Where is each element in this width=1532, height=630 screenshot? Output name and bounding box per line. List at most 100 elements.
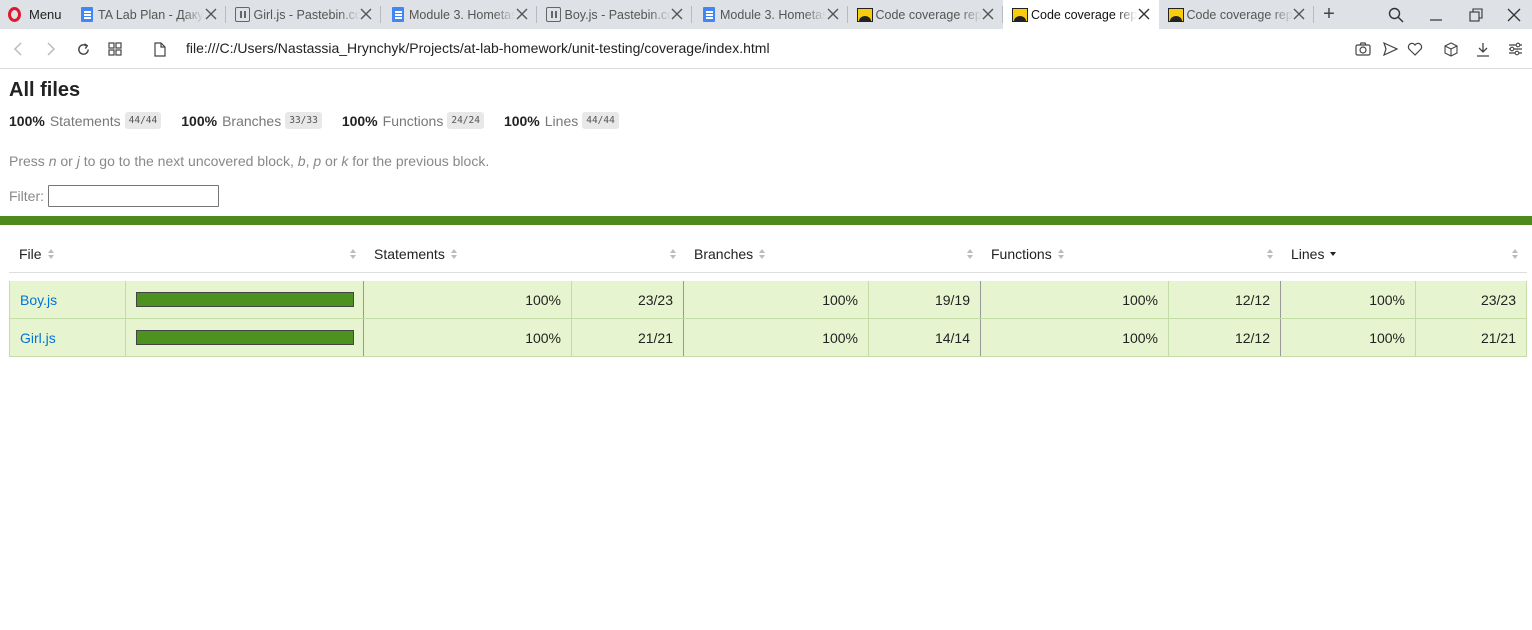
browser-tab[interactable]: TA Lab Plan - Дакум [70, 0, 226, 29]
close-tab-icon[interactable] [359, 7, 373, 21]
summary-fraction: 44/44 [124, 112, 162, 129]
lines-pct-cell: 100% [1281, 319, 1416, 356]
branches-pct-cell: 100% [684, 319, 869, 356]
column-functions[interactable]: Functions [991, 235, 1065, 273]
column-file-bar[interactable] [344, 235, 357, 273]
address-bar: file:///C:/Users/Nastassia_Hrynchyk/Proj… [0, 29, 1532, 69]
statements-pct-cell: 100% [364, 319, 572, 356]
branches-pct-cell: 100% [684, 281, 869, 318]
summary-pct: 100% [181, 112, 218, 129]
summary-branches: 100% Branches 33/33 [181, 112, 322, 129]
close-tab-icon[interactable] [515, 7, 529, 21]
sort-icon [759, 249, 766, 259]
easy-setup-icon[interactable] [1505, 39, 1525, 59]
istanbul-icon [1167, 7, 1184, 23]
opera-menu-button[interactable]: Menu [0, 0, 70, 29]
column-statements-raw[interactable] [664, 235, 677, 273]
search-tabs-icon[interactable] [1376, 0, 1416, 29]
new-tab-button[interactable]: + [1314, 0, 1344, 29]
close-tab-icon[interactable] [670, 7, 684, 21]
forward-icon[interactable] [40, 39, 60, 59]
lines-raw-cell: 21/21 [1480, 329, 1516, 346]
minimize-icon[interactable] [1416, 0, 1456, 29]
column-branches[interactable]: Branches [694, 235, 766, 273]
coverage-summary: 100% Statements 44/44 100% Branches 33/3… [9, 112, 639, 129]
opera-logo-icon [8, 7, 21, 22]
browser-tab[interactable]: Girl.js - Pastebin.com [226, 0, 382, 29]
google-docs-icon [390, 7, 406, 23]
filter-label: Filter: [9, 188, 44, 204]
file-cell: Girl.js [10, 319, 126, 356]
summary-statements: 100% Statements 44/44 [9, 112, 162, 129]
file-link[interactable]: Girl.js [10, 330, 56, 346]
sort-icon [47, 249, 55, 259]
pastebin-icon [546, 7, 562, 23]
statements-raw-cell: 23/23 [572, 281, 684, 318]
browser-tab[interactable]: Boy.js - Pastebin.com [537, 0, 693, 29]
close-tab-icon[interactable] [204, 7, 218, 21]
tab-title: Girl.js - Pastebin.com [253, 7, 360, 22]
url-field[interactable]: file:///C:/Users/Nastassia_Hrynchyk/Proj… [186, 40, 770, 56]
lines-raw-cell: 23/23 [1480, 291, 1516, 308]
column-statements[interactable]: Statements [374, 235, 458, 273]
column-branches-raw[interactable] [961, 235, 974, 273]
send-flow-icon[interactable] [1380, 39, 1400, 59]
pastebin-icon [235, 7, 251, 23]
lines-pct-cell: 100% [1281, 281, 1416, 318]
statements-raw-cell: 21/21 [572, 319, 684, 356]
sort-icon [1057, 249, 1065, 259]
column-lines-raw[interactable] [1506, 235, 1519, 273]
close-tab-icon[interactable] [1137, 7, 1151, 21]
summary-pct: 100% [503, 112, 540, 129]
coverage-bar [136, 330, 354, 345]
heart-bookmark-icon[interactable] [1405, 39, 1425, 59]
back-icon[interactable] [9, 39, 29, 59]
sort-icon [450, 249, 458, 259]
browser-tab-active[interactable]: Code coverage report [1003, 0, 1159, 29]
tab-title: Module 3. Hometask [720, 7, 826, 22]
column-file[interactable]: File [19, 235, 55, 273]
filter-group: Filter: [9, 185, 219, 207]
functions-pct-cell: 100% [981, 281, 1169, 318]
statements-pct-cell: 100% [364, 281, 572, 318]
column-functions-raw[interactable] [1261, 235, 1274, 273]
coverage-bar [136, 292, 354, 307]
close-tab-icon[interactable] [1292, 7, 1306, 21]
summary-pct: 100% [9, 112, 45, 129]
tab-bar: Menu TA Lab Plan - Дакум Girl.js - Paste… [0, 0, 1532, 29]
coverage-table: File Statements Branches Functions Lines… [9, 235, 1527, 357]
coverage-bar-fill [137, 293, 353, 306]
browser-tab[interactable]: Module 3. Hometask [381, 0, 537, 29]
menu-label: Menu [29, 7, 62, 22]
speed-dial-icon[interactable] [105, 39, 125, 59]
close-tab-icon[interactable] [826, 7, 840, 21]
page-file-icon[interactable] [150, 39, 170, 59]
summary-label: Lines [544, 112, 579, 129]
tab-title: Boy.js - Pastebin.com [564, 7, 671, 22]
table-row: Boy.js 100% 23/23 100% 19/19 100% 12/12 … [9, 281, 1527, 319]
status-line [0, 216, 1532, 225]
download-icon[interactable] [1473, 39, 1493, 59]
summary-label: Statements [49, 112, 121, 129]
summary-lines: 100% Lines 44/44 [504, 112, 619, 129]
close-window-icon[interactable] [1494, 0, 1532, 29]
file-link[interactable]: Boy.js [10, 292, 57, 308]
browser-tab[interactable]: Code coverage report [848, 0, 1004, 29]
restore-icon[interactable] [1456, 0, 1496, 29]
functions-raw-cell: 12/12 [1169, 281, 1281, 318]
filter-input[interactable] [48, 185, 219, 207]
reload-icon[interactable] [73, 39, 93, 59]
google-docs-icon [701, 7, 717, 23]
coverage-bar-cell [126, 319, 364, 356]
summary-label: Branches [222, 112, 282, 129]
file-cell: Boy.js [10, 281, 126, 318]
functions-pct-cell: 100% [981, 319, 1169, 356]
tab-title: Code coverage report [875, 7, 982, 22]
snapshot-camera-icon[interactable] [1353, 39, 1373, 59]
extension-cube-icon[interactable] [1441, 39, 1461, 59]
browser-tab[interactable]: Module 3. Hometask [692, 0, 848, 29]
browser-tab[interactable]: Code coverage report [1159, 0, 1315, 29]
functions-raw-cell: 12/12 [1169, 319, 1281, 356]
close-tab-icon[interactable] [981, 7, 995, 21]
column-lines[interactable]: Lines [1291, 235, 1337, 273]
